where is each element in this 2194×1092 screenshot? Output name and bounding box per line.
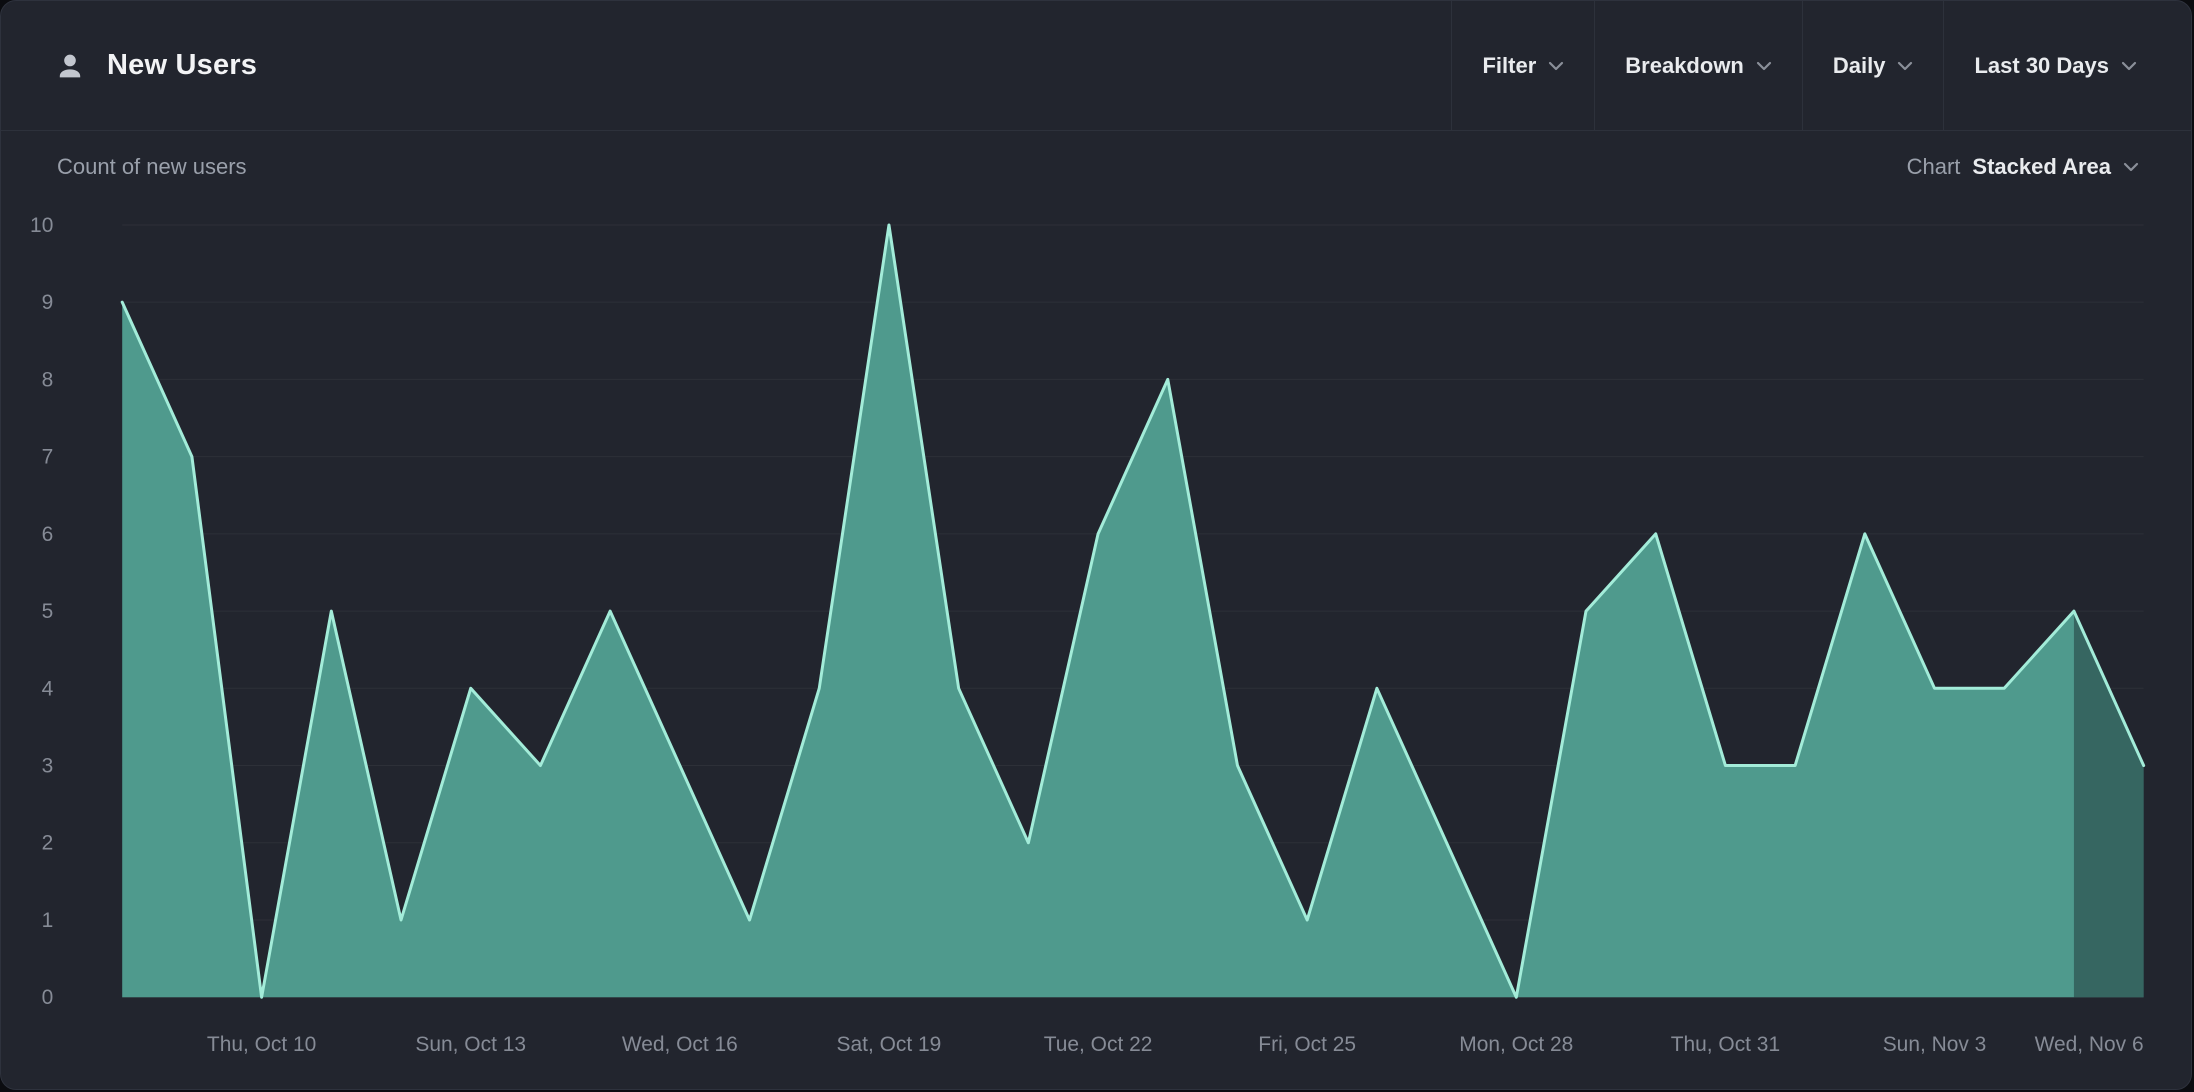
x-axis-tick-label: Sun, Nov 3 — [1883, 1033, 1987, 1056]
y-axis-tick-label: 10 — [30, 214, 53, 237]
y-axis-tick-label: 7 — [42, 446, 54, 469]
x-axis-tick-label: Sun, Oct 13 — [415, 1033, 526, 1056]
y-axis-tick-label: 5 — [42, 600, 54, 623]
card-header: New Users Filter Breakdown Daily — [1, 1, 2191, 131]
metric-label: Count of new users — [57, 154, 247, 180]
filter-control[interactable]: Filter — [1452, 1, 1594, 130]
x-axis-tick-label: Thu, Oct 10 — [207, 1033, 316, 1056]
chart-type-value: Stacked Area — [1972, 154, 2111, 180]
interval-label: Daily — [1833, 53, 1886, 79]
y-axis-tick-label: 2 — [42, 832, 54, 855]
stacked-area-chart: 0 1 2 3 4 5 6 7 8 9 10 Thu, Oct 10 Sun, Oct 13 Wed, O… — [1, 203, 2192, 1089]
chevron-down-icon — [2121, 61, 2137, 71]
chart-subheader: Count of new users Chart Stacked Area — [1, 131, 2191, 203]
date-range-label: Last 30 Days — [1974, 53, 2109, 79]
y-axis-tick-label: 1 — [42, 909, 54, 932]
y-axis-tick-label: 9 — [42, 291, 54, 314]
y-axis-tick-label: 4 — [42, 677, 54, 700]
title-group: New Users — [1, 49, 257, 83]
chart-type-selector[interactable]: Chart Stacked Area — [1907, 154, 2139, 180]
date-range-control[interactable]: Last 30 Days — [1944, 1, 2167, 130]
interval-control[interactable]: Daily — [1803, 1, 1944, 130]
x-axis-tick-label: Fri, Oct 25 — [1258, 1033, 1356, 1056]
y-axis-tick-label: 3 — [42, 755, 54, 778]
x-axis-tick-label: Thu, Oct 31 — [1671, 1033, 1780, 1056]
x-axis-tick-label: Wed, Oct 16 — [622, 1033, 738, 1056]
new-users-report-card: New Users Filter Breakdown Daily — [0, 0, 2192, 1090]
user-icon — [53, 49, 87, 83]
x-axis-tick-label: Wed, Nov 6 — [2035, 1033, 2144, 1056]
breakdown-control[interactable]: Breakdown — [1595, 1, 1802, 130]
x-axis-tick-label: Sat, Oct 19 — [837, 1033, 942, 1056]
chevron-down-icon — [1756, 61, 1772, 71]
chevron-down-icon — [2123, 162, 2139, 172]
chevron-down-icon — [1897, 61, 1913, 71]
header-controls: Filter Breakdown Daily Las — [1451, 1, 2191, 130]
breakdown-label: Breakdown — [1625, 53, 1744, 79]
page-title: New Users — [107, 49, 257, 82]
incomplete-period-overlay — [2074, 611, 2144, 997]
y-axis-tick-label: 6 — [42, 523, 54, 546]
y-axis-tick-label: 8 — [42, 368, 54, 391]
x-axis-tick-label: Mon, Oct 28 — [1459, 1033, 1573, 1056]
x-axis-tick-label: Tue, Oct 22 — [1044, 1033, 1153, 1056]
filter-label: Filter — [1482, 53, 1536, 79]
chevron-down-icon — [1548, 61, 1564, 71]
chart-type-caption: Chart — [1907, 154, 1961, 180]
y-axis-tick-label: 0 — [42, 986, 54, 1009]
